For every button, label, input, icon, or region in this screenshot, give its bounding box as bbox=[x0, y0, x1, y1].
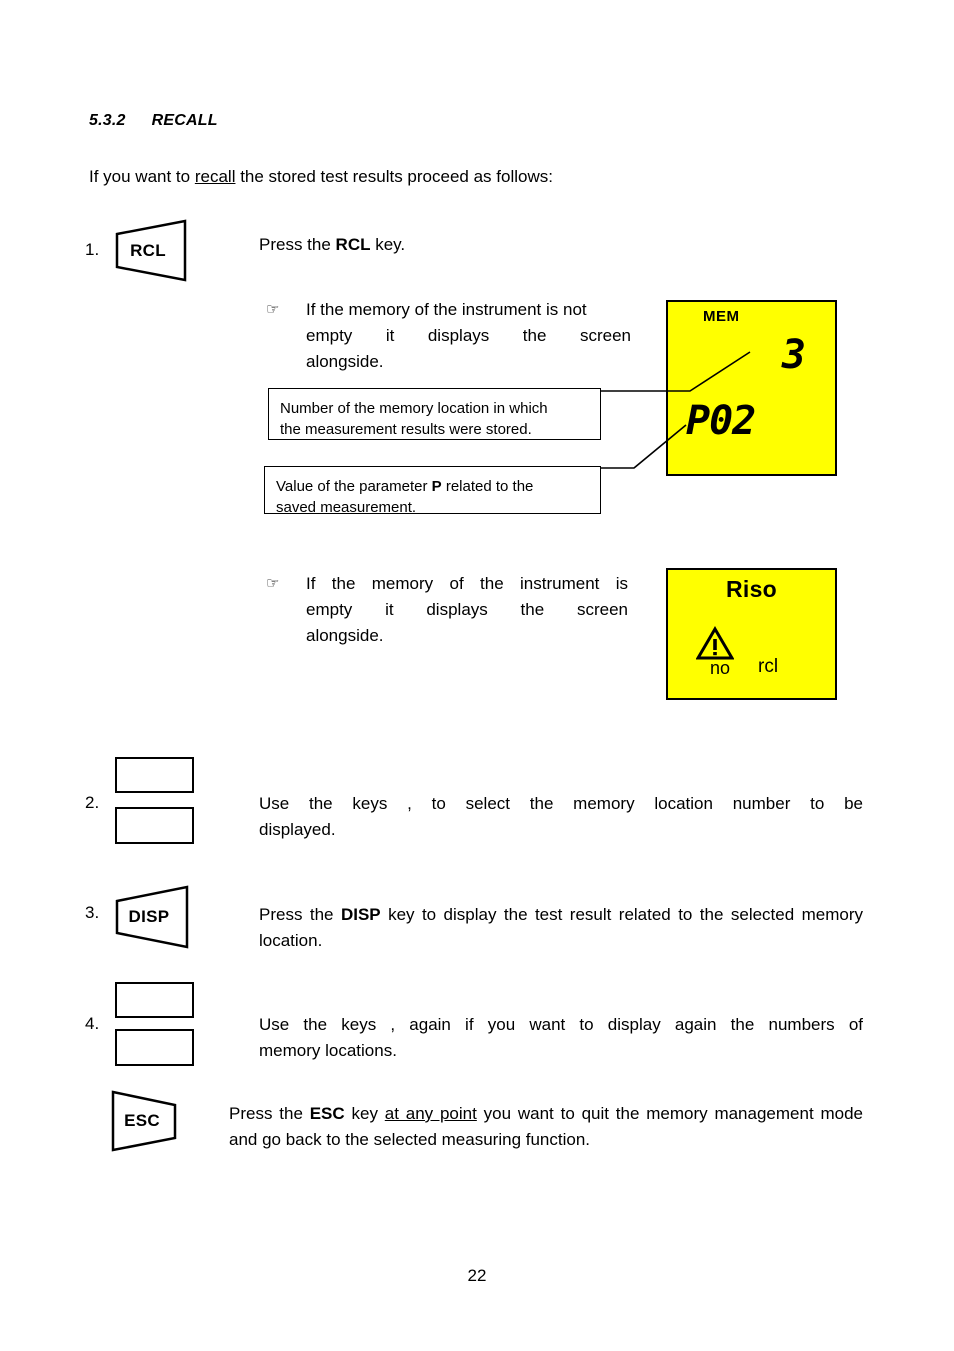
bullet-block-1: ☞ If the memory of the instrument is not… bbox=[266, 297, 631, 375]
step-1-text-pre: Press the bbox=[259, 235, 336, 254]
page-number: 22 bbox=[467, 1266, 487, 1285]
callout-2-line-1: Value of the parameter P related to the bbox=[276, 476, 590, 497]
step-3-text: Press the DISP key to display the test r… bbox=[259, 902, 863, 954]
intro-text-post: the stored test results proceed as follo… bbox=[235, 167, 553, 186]
step-1-text: Press the RCL key. bbox=[259, 232, 819, 258]
warning-triangle-icon bbox=[696, 626, 734, 660]
down-arrow-key[interactable] bbox=[115, 807, 194, 844]
step-1-text-bold: RCL bbox=[335, 235, 371, 254]
lcd-location-number: 3 bbox=[781, 332, 806, 378]
rcl-key[interactable]: RCL bbox=[114, 218, 188, 283]
section-number: 5.3.2 bbox=[89, 112, 126, 129]
step-4-text: Use the keys , again if you want to disp… bbox=[259, 1012, 863, 1064]
disp-key-label: DISP bbox=[128, 907, 170, 926]
callout-1-line-1: Number of the memory location in which bbox=[280, 400, 548, 417]
step-3-text-pre: Press the bbox=[259, 905, 341, 924]
up-arrow-key-2[interactable] bbox=[115, 982, 194, 1018]
callout-1-line-2: the measurement results were stored. bbox=[280, 421, 532, 438]
bullet-1-line-3: alongside. bbox=[306, 349, 631, 375]
step-4-number: 4. bbox=[85, 1014, 100, 1033]
section-title: RECALL bbox=[151, 112, 218, 129]
bullet-2-line-2-text: empty it displays the screen bbox=[306, 600, 628, 619]
intro-text-pre: If you want to bbox=[89, 167, 195, 186]
lcd-riso-title: Riso bbox=[725, 576, 778, 602]
step-2-text: Use the keys , to select the memory loca… bbox=[259, 791, 863, 843]
lcd-empty-memory-screen: Riso no rcl bbox=[666, 568, 837, 700]
bullet-2-text: If the memory of the instrument is empty… bbox=[306, 571, 628, 649]
lcd-parameter-value: P02 bbox=[686, 398, 756, 444]
up-arrow-key[interactable] bbox=[115, 757, 194, 793]
bullet-2-line-1: If the memory of the instrument is bbox=[306, 571, 628, 597]
step-3-number: 3. bbox=[85, 903, 100, 922]
lcd-memory-recall-screen: MEM 3 P02 bbox=[666, 300, 837, 476]
lcd-mem-label: MEM bbox=[703, 308, 740, 325]
section-heading: 5.3.2 RECALL bbox=[89, 112, 218, 130]
rcl-key-label: RCL bbox=[130, 240, 166, 260]
callout-2-post: related to the bbox=[441, 478, 534, 495]
bullet-2-line-3-text: alongside. bbox=[306, 626, 384, 645]
down-arrow-key-2[interactable] bbox=[115, 1029, 194, 1066]
esc-text-bold: ESC bbox=[309, 1104, 345, 1123]
bullet-2-line-2: empty it displays the screen bbox=[306, 597, 628, 623]
callout-2-pre: Value of the parameter bbox=[276, 478, 432, 495]
lcd-no-text: no bbox=[710, 658, 731, 678]
bullet-2-line-3: alongside. bbox=[306, 623, 628, 649]
esc-step-text: Press the ESC key at any point you want … bbox=[229, 1101, 863, 1153]
bullet-1-line-2: empty it displays the screen bbox=[306, 323, 631, 349]
step-1-number: 1. bbox=[85, 240, 100, 259]
bullet-1-line-3-text: alongside. bbox=[306, 352, 384, 371]
intro-text-underlined: recall bbox=[194, 167, 236, 186]
esc-text-mid: key bbox=[344, 1104, 385, 1123]
callout-2-bold: P bbox=[431, 478, 442, 495]
esc-text-pre: Press the bbox=[229, 1104, 310, 1123]
callout-memory-location: Number of the memory location in which t… bbox=[268, 388, 601, 440]
esc-key-label: ESC bbox=[124, 1111, 160, 1130]
callout-parameter-value: Value of the parameter P related to the … bbox=[264, 466, 601, 516]
step-3-text-bold: DISP bbox=[340, 905, 381, 924]
pointing-hand-icon: ☞ bbox=[266, 301, 280, 318]
pointing-hand-icon: ☞ bbox=[266, 575, 280, 592]
bullet-1-line-1-text: If the memory of the instrument is not bbox=[306, 300, 587, 319]
esc-key[interactable]: ESC bbox=[110, 1089, 178, 1153]
bullet-1-line-2-text: empty it displays the screen bbox=[306, 326, 631, 345]
step-4-line-1: Use the keys , again if you want to disp… bbox=[259, 1015, 863, 1034]
lcd-rcl-text: rcl bbox=[758, 656, 779, 677]
intro-paragraph: If you want to recall the stored test re… bbox=[89, 165, 869, 189]
step-2-line-2: displayed. bbox=[259, 820, 336, 839]
callout-2-line-2: saved measurement. bbox=[276, 499, 417, 516]
step-1-text-post: key. bbox=[370, 235, 406, 254]
step-4-line-2: memory locations. bbox=[259, 1041, 397, 1060]
step-2-line-1: Use the keys , to select the memory loca… bbox=[259, 794, 863, 813]
bullet-1-line-1: If the memory of the instrument is not bbox=[306, 297, 631, 323]
bullet-2-line-1-text: If the memory of the instrument is bbox=[306, 574, 628, 593]
bullet-1-text: If the memory of the instrument is not e… bbox=[306, 297, 631, 375]
disp-key[interactable]: DISP bbox=[114, 884, 190, 950]
bullet-block-2: ☞ If the memory of the instrument is emp… bbox=[266, 571, 628, 649]
esc-text-underlined: at any point bbox=[384, 1104, 477, 1123]
document-page: 5.3.2 RECALL If you want to recall the st… bbox=[0, 0, 954, 1351]
step-2-number: 2. bbox=[85, 793, 100, 812]
